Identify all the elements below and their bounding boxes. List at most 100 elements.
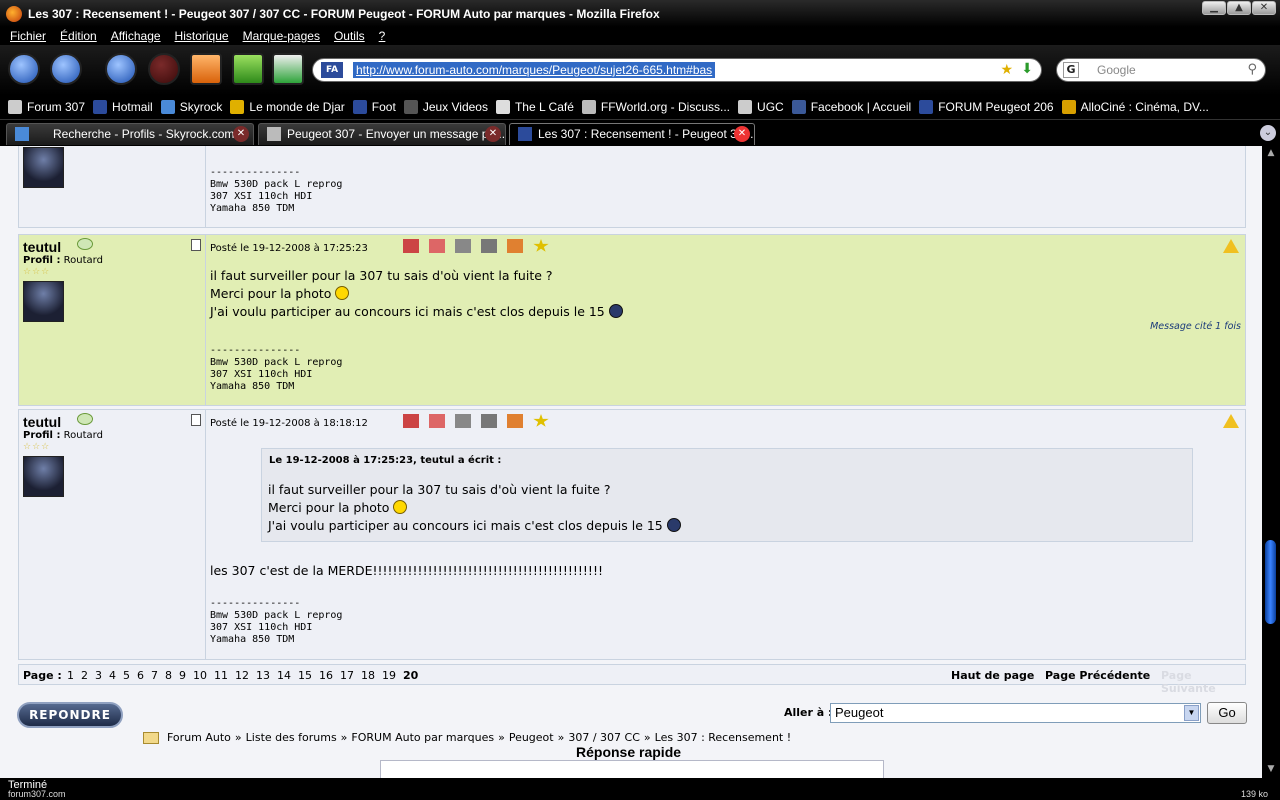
bookmark-item[interactable]: Foot bbox=[352, 99, 396, 114]
warning-icon[interactable] bbox=[1223, 414, 1239, 428]
warning-icon[interactable] bbox=[1223, 239, 1239, 253]
username[interactable]: teutul bbox=[23, 239, 61, 255]
car-icon[interactable] bbox=[481, 239, 497, 253]
quick-reply-textarea[interactable] bbox=[380, 760, 884, 778]
search-box[interactable]: G Google ⚲ bbox=[1056, 58, 1266, 82]
close-tab-icon[interactable]: ✕ bbox=[233, 126, 249, 142]
favorite-star-icon[interactable] bbox=[533, 414, 549, 427]
favorite-star-icon[interactable] bbox=[533, 239, 549, 252]
page-link[interactable]: 7 bbox=[151, 669, 158, 682]
crumb-307[interactable]: 307 / 307 CC bbox=[568, 731, 640, 744]
menu-marque-pages[interactable]: Marque-pages bbox=[243, 29, 320, 43]
bookmark-item[interactable]: Facebook | Accueil bbox=[791, 99, 911, 114]
top-of-page-link[interactable]: Haut de page bbox=[951, 669, 1034, 682]
home-icon[interactable] bbox=[190, 53, 222, 85]
profile-icon[interactable] bbox=[191, 239, 201, 251]
scroll-down-icon[interactable]: ▼ bbox=[1265, 764, 1277, 776]
tab-list-icon[interactable]: ⌄ bbox=[1260, 125, 1276, 141]
menu-affichage[interactable]: Affichage bbox=[111, 29, 161, 43]
menu-help[interactable]: ? bbox=[379, 29, 386, 43]
bookmark-item[interactable]: AlloCiné : Cinéma, DV... bbox=[1061, 99, 1209, 114]
speech-bubble-icon[interactable] bbox=[77, 238, 93, 250]
cited-count[interactable]: Message cité 1 fois bbox=[1150, 321, 1241, 332]
bookmark-item[interactable]: Forum 307 bbox=[8, 99, 85, 114]
quote-icon[interactable] bbox=[429, 414, 445, 428]
maximize-button[interactable]: ▲ bbox=[1227, 1, 1251, 15]
page-link[interactable]: 16 bbox=[319, 669, 333, 682]
car-icon[interactable] bbox=[481, 414, 497, 428]
menu-fichier[interactable]: Fichier bbox=[10, 29, 46, 43]
bookmark-item[interactable]: Hotmail bbox=[93, 99, 153, 114]
page-link[interactable]: 11 bbox=[214, 669, 228, 682]
bookmark-item[interactable]: FFWorld.org - Discuss... bbox=[581, 99, 730, 114]
page-link[interactable]: 12 bbox=[235, 669, 249, 682]
bookmark-item[interactable]: Le monde de Djar bbox=[230, 99, 345, 114]
previous-page-link[interactable]: Page Précédente bbox=[1045, 669, 1150, 682]
bookmark-item[interactable]: The L Café bbox=[495, 99, 574, 114]
scroll-up-icon[interactable]: ▲ bbox=[1265, 148, 1277, 160]
download-icon[interactable] bbox=[232, 53, 264, 85]
go-button[interactable]: Go bbox=[1207, 702, 1247, 724]
page-link[interactable]: 8 bbox=[165, 669, 172, 682]
alert-icon[interactable] bbox=[507, 414, 523, 428]
minimize-button[interactable]: ▁ bbox=[1202, 1, 1226, 15]
speech-bubble-icon[interactable] bbox=[77, 413, 93, 425]
page-link[interactable]: 17 bbox=[340, 669, 354, 682]
profile-icon[interactable] bbox=[191, 414, 201, 426]
multi-quote-icon[interactable] bbox=[455, 414, 471, 428]
bookmark-item[interactable]: Jeux Videos bbox=[403, 99, 488, 114]
bookmark-star-icon[interactable]: ★ bbox=[1000, 62, 1013, 78]
page-link[interactable]: 14 bbox=[277, 669, 291, 682]
url-bar[interactable]: FA http://www.forum-auto.com/marques/Peu… bbox=[312, 58, 1042, 82]
google-engine-icon[interactable]: G bbox=[1063, 62, 1079, 78]
tab-recensement[interactable]: Les 307 : Recensement ! - Peugeot 30... … bbox=[509, 123, 755, 145]
page-link[interactable]: 18 bbox=[361, 669, 375, 682]
bookmark-item[interactable]: Skyrock bbox=[160, 99, 222, 114]
menu-edition[interactable]: Édition bbox=[60, 29, 97, 43]
page-link[interactable]: 13 bbox=[256, 669, 270, 682]
page-link[interactable]: 9 bbox=[179, 669, 186, 682]
bookmark-item[interactable]: FORUM Peugeot 206 bbox=[919, 99, 1054, 114]
go-arrow-icon[interactable]: ⬇ bbox=[1021, 61, 1033, 77]
quote-icon[interactable] bbox=[429, 239, 445, 253]
crumb-topic[interactable]: Les 307 : Recensement ! bbox=[655, 731, 792, 744]
menu-historique[interactable]: Historique bbox=[175, 29, 229, 43]
bookmark-item[interactable]: UGC bbox=[738, 99, 784, 114]
page-link[interactable]: 4 bbox=[109, 669, 116, 682]
page-link[interactable]: 2 bbox=[81, 669, 88, 682]
page-link[interactable]: 3 bbox=[95, 669, 102, 682]
menu-outils[interactable]: Outils bbox=[334, 29, 365, 43]
edit-icon[interactable] bbox=[403, 239, 419, 253]
page-link[interactable]: 19 bbox=[382, 669, 396, 682]
username[interactable]: teutul bbox=[23, 414, 61, 430]
page-link[interactable]: 15 bbox=[298, 669, 312, 682]
multi-quote-icon[interactable] bbox=[455, 239, 471, 253]
page-link[interactable]: 10 bbox=[193, 669, 207, 682]
crumb-forum-auto[interactable]: Forum Auto bbox=[167, 731, 231, 744]
forum-select[interactable]: Peugeot ▼ bbox=[830, 703, 1201, 723]
close-tab-icon[interactable]: ✕ bbox=[485, 126, 501, 142]
url-input[interactable]: http://www.forum-auto.com/marques/Peugeo… bbox=[353, 62, 716, 78]
forward-button[interactable] bbox=[50, 53, 82, 85]
tab-skyrock[interactable]: Recherche - Profils - Skyrock.com ✕ bbox=[6, 123, 254, 145]
crumb-peugeot[interactable]: Peugeot bbox=[509, 731, 554, 744]
page-link[interactable]: 6 bbox=[137, 669, 144, 682]
shield-add-icon[interactable] bbox=[272, 53, 304, 85]
reply-button[interactable]: REPONDRE bbox=[17, 702, 123, 728]
alert-icon[interactable] bbox=[507, 239, 523, 253]
crumb-liste-forums[interactable]: Liste des forums bbox=[246, 731, 337, 744]
search-icon[interactable]: ⚲ bbox=[1247, 62, 1257, 77]
stop-button[interactable] bbox=[148, 53, 180, 85]
back-button[interactable] bbox=[8, 53, 40, 85]
vertical-scrollbar[interactable]: ▲ ▼ bbox=[1262, 146, 1280, 778]
close-window-button[interactable]: ✕ bbox=[1252, 1, 1276, 15]
close-tab-icon[interactable]: ✕ bbox=[734, 126, 750, 142]
search-input[interactable]: Google bbox=[1097, 63, 1136, 77]
page-link[interactable]: 1 bbox=[67, 669, 74, 682]
edit-icon[interactable] bbox=[403, 414, 419, 428]
tab-message[interactable]: Peugeot 307 - Envoyer un message pri... … bbox=[258, 123, 506, 145]
page-link[interactable]: 5 bbox=[123, 669, 130, 682]
scrollbar-thumb[interactable] bbox=[1265, 540, 1276, 624]
crumb-par-marques[interactable]: FORUM Auto par marques bbox=[351, 731, 494, 744]
reload-button[interactable] bbox=[105, 53, 137, 85]
